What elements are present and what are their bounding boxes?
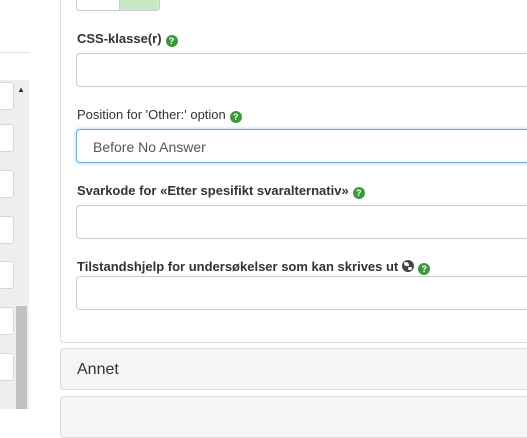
scrollbar-thumb[interactable]	[16, 306, 27, 409]
list-item[interactable]	[0, 261, 14, 289]
answer-code-label: Svarkode for «Etter spesifikt svaraltern…	[77, 183, 365, 199]
css-class-input[interactable]	[76, 53, 527, 87]
other-position-label: Position for 'Other:' option?	[77, 107, 242, 123]
question-circle-icon[interactable]: ?	[418, 263, 431, 275]
printable-help-label-text: Tilstandshjelp for undersøkelser som kan…	[77, 259, 399, 274]
toggle-on-state	[119, 0, 159, 10]
left-divider	[0, 52, 30, 53]
other-position-label-text: Position for 'Other:' option	[77, 107, 226, 122]
css-class-label-text: CSS-klasse(r)	[77, 31, 162, 46]
list-item[interactable]	[0, 307, 14, 335]
list-item[interactable]	[0, 82, 14, 110]
printable-help-label: Tilstandshjelp for undersøkelser som kan…	[77, 259, 431, 275]
list-item[interactable]	[0, 216, 14, 244]
answer-code-label-text: Svarkode for «Etter spesifikt svaraltern…	[77, 183, 349, 198]
list-item[interactable]	[0, 170, 14, 198]
list-item[interactable]	[0, 124, 14, 152]
question-circle-icon[interactable]: ?	[165, 35, 178, 47]
question-circle-icon[interactable]: ?	[229, 111, 242, 123]
toggle-switch[interactable]	[76, 0, 160, 11]
accordion-annet[interactable]: Annet	[60, 348, 527, 390]
answer-code-input[interactable]	[76, 205, 527, 239]
globe-icon	[402, 260, 415, 272]
accordion-annet-title: Annet	[77, 361, 119, 378]
printable-help-input[interactable]	[76, 276, 527, 310]
css-class-label: CSS-klasse(r)?	[77, 31, 178, 47]
scroll-up-arrow-icon[interactable]: ▲	[15, 84, 27, 96]
question-circle-icon[interactable]: ?	[352, 187, 365, 199]
list-item[interactable]	[0, 353, 14, 381]
other-position-select[interactable]: Before No Answer	[76, 129, 527, 163]
accordion-next[interactable]	[60, 396, 527, 438]
